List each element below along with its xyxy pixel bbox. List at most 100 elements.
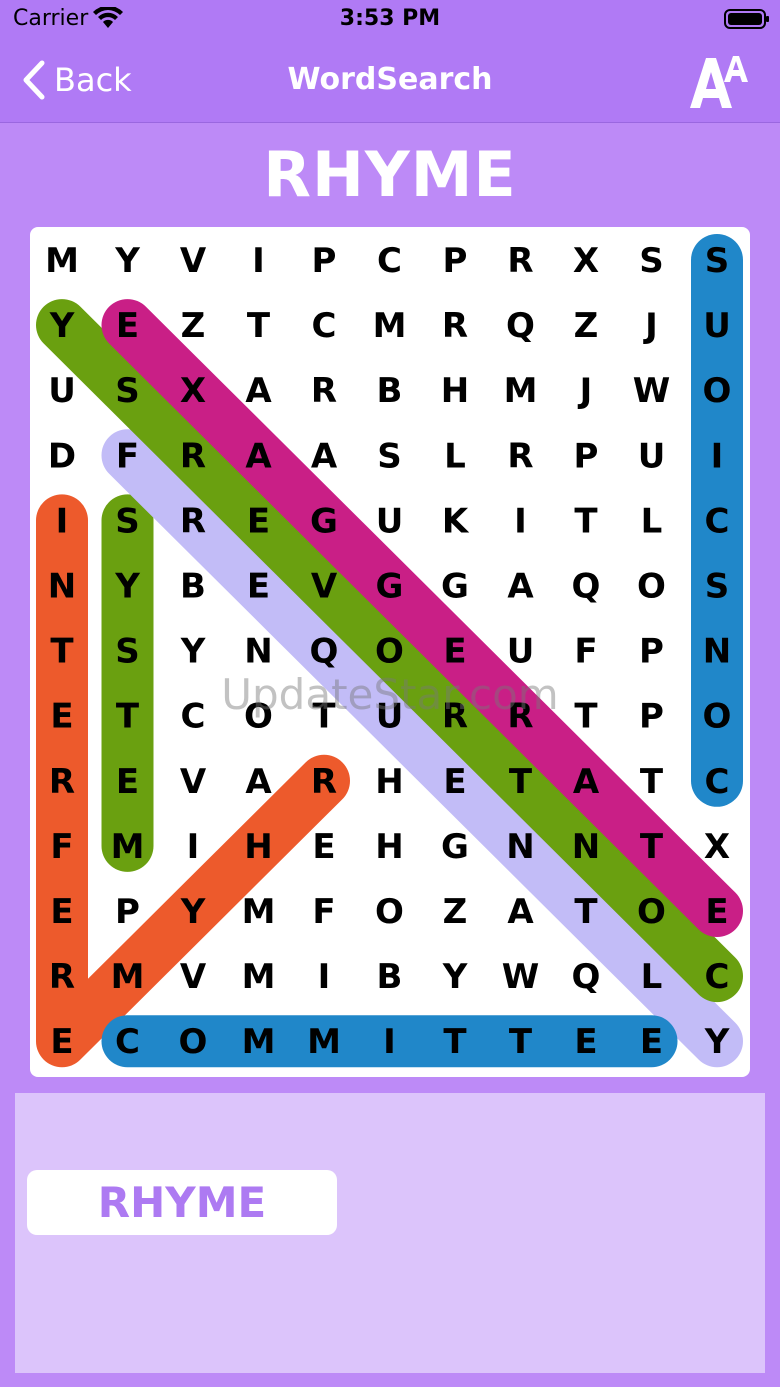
grid-cell[interactable]: T [509, 1022, 533, 1062]
grid-cell[interactable]: Y [114, 567, 140, 607]
grid-cell[interactable]: Z [574, 306, 599, 346]
grid-cell[interactable]: E [116, 306, 139, 346]
grid-cell[interactable]: O [244, 697, 273, 737]
grid-cell[interactable]: Q [310, 632, 339, 672]
grid-cell[interactable]: F [312, 892, 335, 932]
grid-cell[interactable]: A [573, 762, 600, 802]
grid-cell[interactable]: R [180, 436, 206, 476]
grid-cell[interactable]: I [56, 501, 69, 541]
grid-cell[interactable]: A [311, 436, 338, 476]
grid-cell[interactable]: M [242, 892, 276, 932]
grid-cell[interactable]: T [640, 762, 664, 802]
grid-cell[interactable]: I [711, 436, 724, 476]
grid-cell[interactable]: Q [572, 957, 601, 997]
grid-cell[interactable]: I [318, 957, 331, 997]
grid-cell[interactable]: Z [443, 892, 468, 932]
grid-cell[interactable]: A [507, 567, 534, 607]
grid-cell[interactable]: T [247, 306, 271, 346]
grid-cell[interactable]: N [244, 632, 272, 672]
grid-cell[interactable]: V [180, 957, 207, 997]
grid-cell[interactable]: L [641, 501, 663, 541]
grid-cell[interactable]: R [311, 762, 337, 802]
grid-cell[interactable]: S [115, 371, 140, 411]
grid-cell[interactable]: T [574, 501, 598, 541]
grid-cell[interactable]: K [442, 501, 470, 541]
grid-cell[interactable]: C [115, 1022, 140, 1062]
grid-cell[interactable]: A [245, 762, 272, 802]
grid-cell[interactable]: I [252, 241, 265, 281]
grid-cell[interactable]: Y [114, 241, 140, 281]
grid-cell[interactable]: B [377, 957, 403, 997]
grid-cell[interactable]: E [50, 697, 73, 737]
grid-cell[interactable]: Q [572, 567, 601, 607]
word-grid[interactable]: MYVIPCPRXSSYEZTCMRQZJUUSXARBHMJWODFRAASL… [30, 227, 750, 1077]
grid-cell[interactable]: X [573, 241, 599, 281]
grid-cell[interactable]: F [574, 632, 597, 672]
grid-cell[interactable]: M [111, 827, 145, 867]
grid-cell[interactable]: P [639, 697, 664, 737]
grid-cell[interactable]: I [383, 1022, 396, 1062]
grid-cell[interactable]: R [507, 241, 533, 281]
grid-cell[interactable]: N [506, 827, 534, 867]
grid-cell[interactable]: O [375, 632, 404, 672]
grid-cell[interactable]: I [514, 501, 527, 541]
grid-cell[interactable]: N [48, 567, 76, 607]
grid-cell[interactable]: R [507, 697, 533, 737]
grid-cell[interactable]: Q [506, 306, 535, 346]
grid-cell[interactable]: M [242, 957, 276, 997]
grid-cell[interactable]: V [180, 241, 207, 281]
grid-cell[interactable]: Z [181, 306, 206, 346]
grid-cell[interactable]: R [49, 957, 75, 997]
grid-cell[interactable]: G [441, 567, 469, 607]
grid-cell[interactable]: C [705, 957, 730, 997]
grid-cell[interactable]: P [115, 892, 140, 932]
grid-cell[interactable]: G [310, 501, 338, 541]
word-chip-rhyme[interactable]: RHYME [27, 1170, 337, 1235]
grid-cell[interactable]: Y [180, 632, 206, 672]
grid-cell[interactable]: R [311, 371, 337, 411]
grid-cell[interactable]: E [247, 501, 270, 541]
grid-canvas[interactable]: M Y V I P C P R X S SY E Z T C M R Q Z J UU S X A R B H M J W OD F R A A S L… [30, 227, 750, 1077]
grid-cell[interactable]: T [640, 827, 664, 867]
grid-cell[interactable]: U [703, 306, 731, 346]
grid-cell[interactable]: S [639, 241, 664, 281]
grid-cell[interactable]: F [50, 827, 73, 867]
grid-cell[interactable]: J [578, 371, 593, 411]
grid-cell[interactable]: C [312, 306, 337, 346]
grid-cell[interactable]: O [703, 697, 732, 737]
grid-cell[interactable]: H [244, 827, 272, 867]
font-size-icon[interactable] [688, 52, 748, 110]
grid-cell[interactable]: U [507, 632, 535, 672]
grid-cell[interactable]: T [443, 1022, 467, 1062]
grid-cell[interactable]: E [50, 1022, 73, 1062]
grid-cell[interactable]: L [641, 957, 663, 997]
grid-cell[interactable]: E [640, 1022, 663, 1062]
grid-cell[interactable]: T [509, 762, 533, 802]
grid-cell[interactable]: E [705, 892, 728, 932]
grid-cell[interactable]: R [180, 501, 206, 541]
grid-cell[interactable]: N [703, 632, 731, 672]
grid-cell[interactable]: A [245, 371, 272, 411]
grid-cell[interactable]: E [574, 1022, 597, 1062]
grid-cell[interactable]: G [376, 567, 404, 607]
grid-cell[interactable]: Y [180, 892, 206, 932]
grid-cell[interactable]: S [115, 501, 140, 541]
grid-cell[interactable]: W [633, 371, 671, 411]
grid-cell[interactable]: T [116, 697, 140, 737]
grid-cell[interactable]: E [247, 567, 270, 607]
grid-cell[interactable]: E [50, 892, 73, 932]
grid-cell[interactable]: E [312, 827, 335, 867]
grid-cell[interactable]: Y [704, 1022, 730, 1062]
grid-cell[interactable]: V [311, 567, 338, 607]
grid-cell[interactable]: M [504, 371, 538, 411]
grid-cell[interactable]: O [375, 892, 404, 932]
grid-cell[interactable]: X [180, 371, 206, 411]
grid-cell[interactable]: H [375, 762, 403, 802]
grid-cell[interactable]: H [441, 371, 469, 411]
grid-cell[interactable]: E [443, 762, 466, 802]
grid-cell[interactable]: S [705, 567, 730, 607]
grid-cell[interactable]: M [242, 1022, 276, 1062]
grid-cell[interactable]: Y [442, 957, 468, 997]
grid-cell[interactable]: S [377, 436, 402, 476]
grid-cell[interactable]: S [115, 632, 140, 672]
